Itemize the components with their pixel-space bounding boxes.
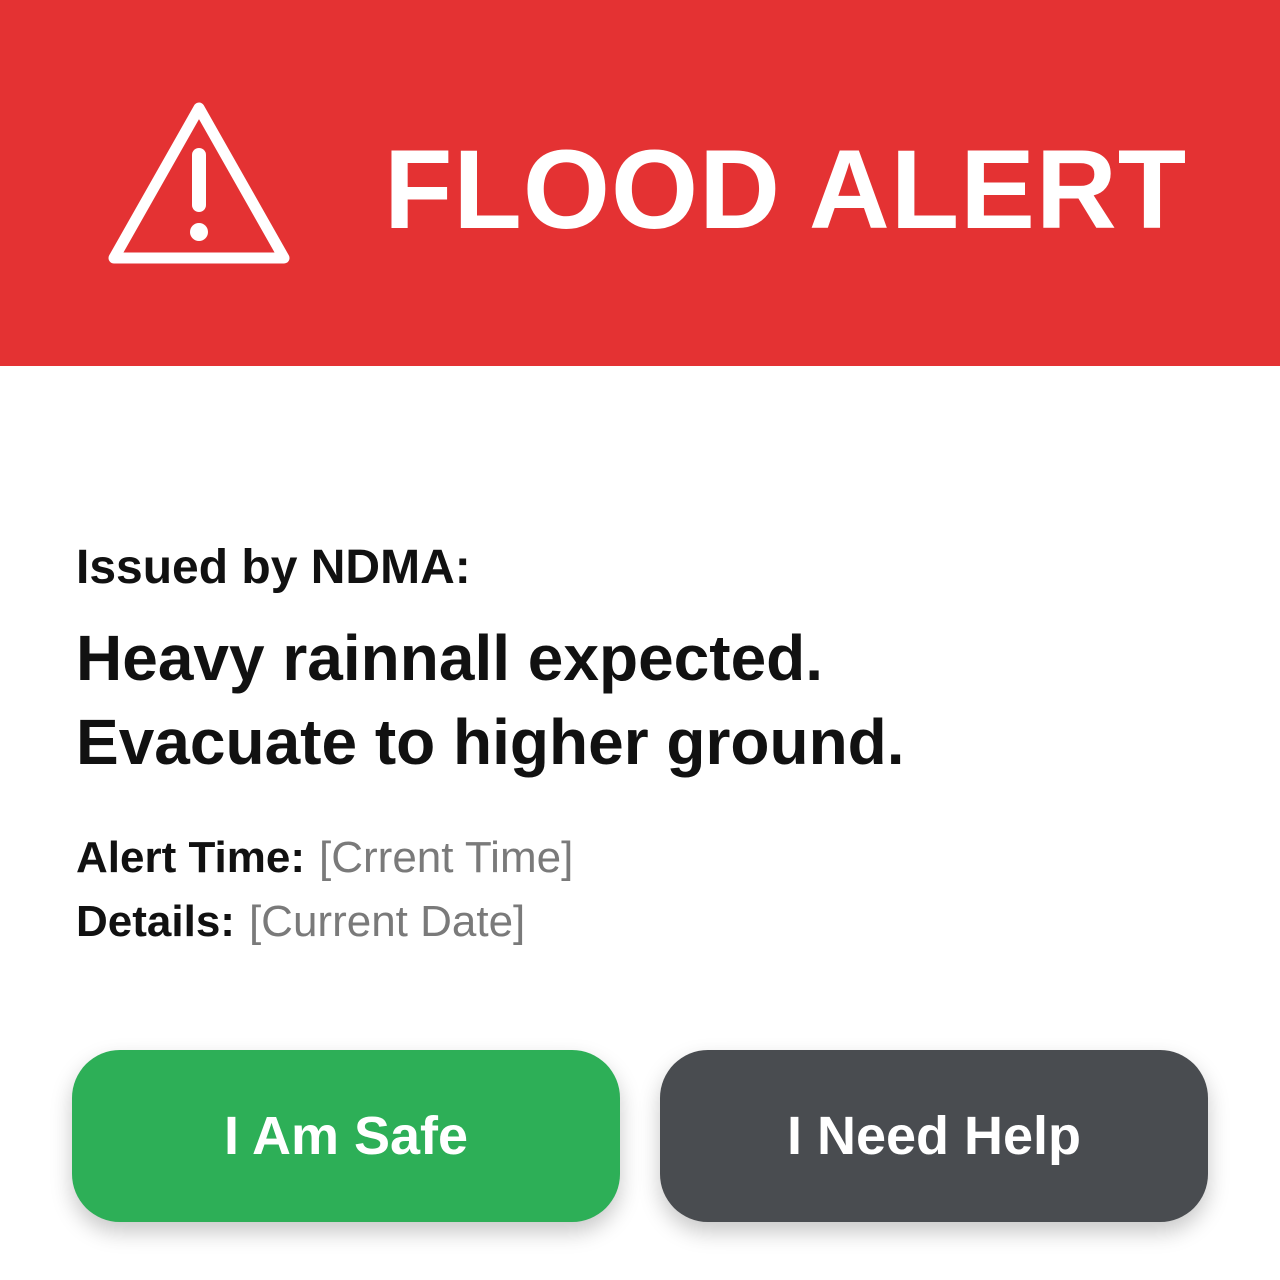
- i-am-safe-button[interactable]: I Am Safe: [72, 1050, 620, 1222]
- alert-message-line: Heavy rainnall expected.: [76, 622, 824, 694]
- flood-alert-screen: FLOOD ALERT Issued by NDMA: Heavy rainna…: [0, 0, 1280, 1280]
- alert-time-value: [Crrent Time]: [319, 833, 574, 882]
- alert-message-line: Evacuate to higher ground.: [76, 706, 905, 778]
- i-need-help-button[interactable]: I Need Help: [660, 1050, 1208, 1222]
- alert-time-label: Alert Time:: [76, 833, 306, 882]
- alert-title: FLOOD ALERT: [384, 127, 1188, 252]
- alert-time-row: Alert Time: [Crrent Time]: [76, 830, 573, 886]
- alert-details-label: Details:: [76, 897, 235, 946]
- alert-message: Heavy rainnall expected. Evacuate to hig…: [76, 616, 905, 784]
- alert-details-value: [Current Date]: [248, 897, 526, 946]
- alert-details-row: Details: [Current Date]: [76, 894, 525, 950]
- warning-triangle-icon: [108, 102, 290, 264]
- alert-header: FLOOD ALERT: [0, 0, 1280, 366]
- alert-issuer: Issued by NDMA:: [76, 541, 471, 594]
